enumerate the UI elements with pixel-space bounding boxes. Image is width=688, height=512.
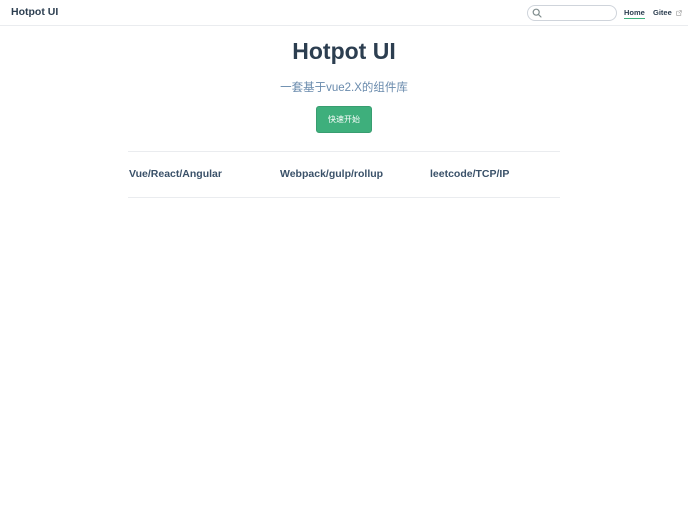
external-link-icon: [676, 10, 682, 16]
search-input[interactable]: [544, 7, 614, 19]
feature-title-3: leetcode/TCP/IP: [430, 168, 510, 180]
feature-title-2: Webpack/gulp/rollup: [280, 168, 384, 180]
features-divider-top: [128, 151, 560, 152]
navbar: Hotpot UI Home Gitee: [0, 0, 688, 26]
search-icon: [532, 8, 542, 18]
hero-description: 一套基于vue2.X的组件库: [280, 82, 408, 94]
search-box[interactable]: [527, 5, 617, 21]
get-started-button[interactable]: 快速开始: [316, 106, 372, 133]
nav-link-home[interactable]: Home: [624, 8, 645, 19]
features-divider-bottom: [128, 197, 560, 198]
site-name[interactable]: Hotpot UI: [11, 6, 58, 18]
nav-link-gitee-label: Gitee: [653, 8, 672, 17]
feature-title-1: Vue/React/Angular: [129, 168, 222, 180]
nav-link-gitee[interactable]: Gitee: [653, 8, 682, 17]
hero-title: Hotpot UI: [292, 38, 396, 64]
